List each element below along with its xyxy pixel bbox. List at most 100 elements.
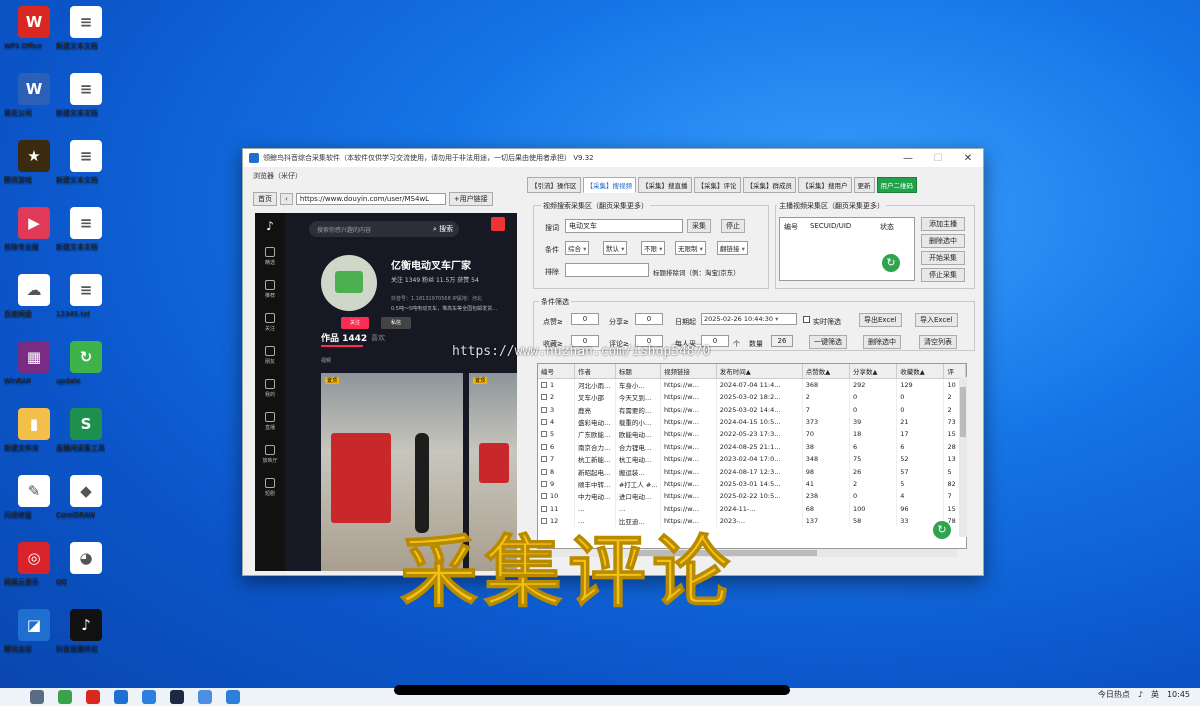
desktop-icon-a-6[interactable]: ▮ 新建文件夹 [4, 408, 64, 452]
desktop-icon-b-9[interactable]: ♪ 抖音直播伴侣 [56, 609, 116, 653]
row-checkbox[interactable] [541, 456, 547, 463]
desktop-icon-a-4[interactable]: ☁ 百度网盘 [4, 274, 64, 318]
row-checkbox[interactable] [541, 468, 547, 475]
one-key-filter-button[interactable]: 一键筛选 [809, 335, 847, 349]
column-header[interactable]: 视频链接 [660, 364, 717, 379]
follow-button[interactable]: 关注 [341, 317, 369, 329]
table-row[interactable]: 5 广东欧能… 欧能电动… https://w… 2022-05-23 17:3… 70 1… [538, 428, 966, 441]
import-excel-button[interactable]: 导入Excel [915, 313, 958, 327]
desktop-icon-a-9[interactable]: ◪ 腾讯会议 [4, 609, 64, 653]
douyin-nav-icon[interactable] [265, 478, 275, 488]
douyin-nav-icon[interactable] [265, 346, 275, 356]
maximize-button[interactable]: ☐ [923, 153, 953, 164]
desktop-icon-a-0[interactable]: W WPS Office [4, 6, 64, 50]
table-row[interactable]: 2 叉车小邵 今天又到… https://w… 2025-03-02 18:2… 2 0 0 2 [538, 391, 966, 404]
column-header[interactable]: 编号 [538, 364, 576, 379]
start-collect-button[interactable]: 开始采集 [921, 251, 965, 265]
speaker-icon[interactable]: ♪ [1138, 690, 1143, 699]
row-checkbox[interactable] [541, 394, 547, 401]
notification-icon[interactable] [491, 217, 505, 231]
works-tab[interactable]: 作品 1442 [321, 331, 367, 344]
table-row[interactable]: 7 杭工新能… 杭工电动… https://w… 2023-02-04 17:0… 348… [538, 452, 966, 466]
table-row[interactable]: 8 新昭起电… 搬运装… https://w… 2024-08-17 12:3… 98 26… [538, 465, 966, 478]
refresh-icon-table[interactable]: ↻ [933, 521, 951, 539]
desktop-icon-b-6[interactable]: S 直播间采集工具 [56, 408, 116, 452]
sort-select[interactable]: 综合 [565, 241, 590, 255]
row-checkbox[interactable] [541, 443, 547, 450]
desktop-icon-a-5[interactable]: ▦ WinRAR [4, 341, 64, 385]
taskbar-app-icon[interactable] [58, 690, 72, 704]
vertical-scrollbar[interactable] [959, 377, 967, 537]
table-row[interactable]: 10 中力电动… 进口电动… https://w… 2025-02-22 10:5… 23… [538, 490, 966, 503]
folder-icon[interactable] [226, 690, 240, 704]
column-header[interactable]: 收藏数▲ [896, 364, 945, 379]
tab-5[interactable]: 【采集】搜用户 [798, 177, 852, 193]
start-icon[interactable] [30, 690, 44, 704]
export-excel-button[interactable]: 导出Excel [859, 313, 902, 327]
stop-button[interactable]: 停止 [721, 219, 745, 233]
clear-list-button[interactable]: 清空列表 [919, 335, 957, 349]
plays-input[interactable]: 0 [571, 313, 599, 325]
message-button[interactable]: 私信 [381, 317, 411, 329]
desktop-icon-a-3[interactable]: ▶ 剪映专业版 [4, 207, 64, 251]
exclude-input[interactable] [565, 263, 649, 277]
delete-selected-button[interactable]: 删除选中 [863, 335, 901, 349]
desktop-icon-b-2[interactable]: ≡ 新建文本文档 [56, 140, 116, 184]
tab-1[interactable]: 【采集】搜视频 [582, 177, 636, 193]
douyin-nav-icon[interactable] [265, 247, 275, 257]
keyword-input[interactable]: 电动叉车 [565, 219, 683, 233]
shares-input[interactable]: 0 [635, 313, 663, 325]
minimize-button[interactable]: — [893, 153, 923, 164]
qq-icon[interactable] [142, 690, 156, 704]
table-row[interactable]: 9 顺丰中转… #打工人 #… https://w… 2025-03-01 14:5… 4… [538, 477, 966, 491]
desktop-icon-b-7[interactable]: ◆ CorelDRAW [56, 475, 116, 519]
home-button[interactable]: 首页 [253, 192, 277, 206]
add-anchor-button[interactable]: 添加主播 [921, 217, 965, 231]
news-widget[interactable]: 今日热点 [1098, 689, 1130, 700]
clock[interactable]: 10:45 [1167, 690, 1190, 699]
tab-0[interactable]: 【引流】操作区 [527, 177, 581, 193]
wps-icon[interactable] [86, 690, 100, 704]
row-checkbox[interactable] [541, 480, 547, 487]
column-header[interactable]: 点赞数▲ [802, 364, 850, 379]
tab-4[interactable]: 【采集】群成员 [742, 177, 796, 193]
delete-selected-anchor-button[interactable]: 删除选中 [921, 234, 965, 248]
column-header[interactable]: 发布时间▲ [716, 364, 803, 379]
table-row[interactable]: 4 盛彩电动… 载重的小… https://w… 2024-04-15 10:5… 373… [538, 415, 966, 429]
desktop-icon-a-1[interactable]: W 黄花公司 [4, 73, 64, 117]
row-checkbox[interactable] [541, 382, 547, 388]
collect-button[interactable]: 采集 [687, 219, 711, 233]
browser-icon[interactable] [114, 690, 128, 704]
video-filter-tag[interactable]: 视频 [321, 357, 331, 364]
desktop-icon-b-4[interactable]: ≡ 12345.txt [56, 274, 116, 318]
tab-2[interactable]: 【采集】搜直播 [638, 177, 692, 193]
close-button[interactable]: ✕ [953, 153, 983, 164]
row-checkbox[interactable] [541, 406, 547, 413]
anchor-list[interactable]: 编号 SECUID/UID 状态 ↻ [779, 217, 915, 281]
refresh-icon[interactable]: ↻ [882, 254, 900, 272]
douyin-nav-icon[interactable] [265, 379, 275, 389]
tab-6[interactable]: 更新 [853, 177, 875, 193]
douyin-nav-icon[interactable] [265, 313, 275, 323]
column-header[interactable]: 标题 [615, 364, 661, 379]
tab-3[interactable]: 【采集】评论 [693, 177, 741, 193]
url-field[interactable]: https://www.douyin.com/user/MS4wL [295, 193, 446, 205]
ime-indicator[interactable]: 英 [1151, 689, 1159, 700]
desktop-icon-a-2[interactable]: ★ 腾讯游戏 [4, 140, 64, 184]
order-select[interactable]: 默认 [603, 241, 628, 255]
table-row[interactable]: 6 南京合力… 合力锂电… https://w… 2024-08-25 21:1… 38 6… [538, 440, 966, 453]
douyin-nav-icon[interactable] [265, 280, 275, 290]
realtime-checkbox[interactable] [803, 316, 810, 323]
row-checkbox[interactable] [541, 431, 547, 438]
terminal-icon[interactable] [170, 690, 184, 704]
desktop-icon-b-8[interactable]: ◕ QQ [56, 542, 116, 586]
desktop-icon-a-8[interactable]: ◎ 网易云音乐 [4, 542, 64, 586]
date-picker[interactable]: 2025-02-26 10:44:30 [701, 313, 797, 325]
douyin-nav-icon[interactable] [265, 445, 275, 455]
desktop-icon-b-3[interactable]: ≡ 新建文本文档 [56, 207, 116, 251]
stop-collect-button[interactable]: 停止采集 [921, 268, 965, 282]
douyin-nav-icon[interactable] [265, 412, 275, 422]
link-select[interactable]: 翻链接 [717, 241, 748, 255]
table-row[interactable]: 3 鹿亮 有需要的… https://w… 2025-03-02 14:4… 7 0 0 2 [538, 403, 966, 416]
row-checkbox[interactable] [541, 493, 547, 500]
